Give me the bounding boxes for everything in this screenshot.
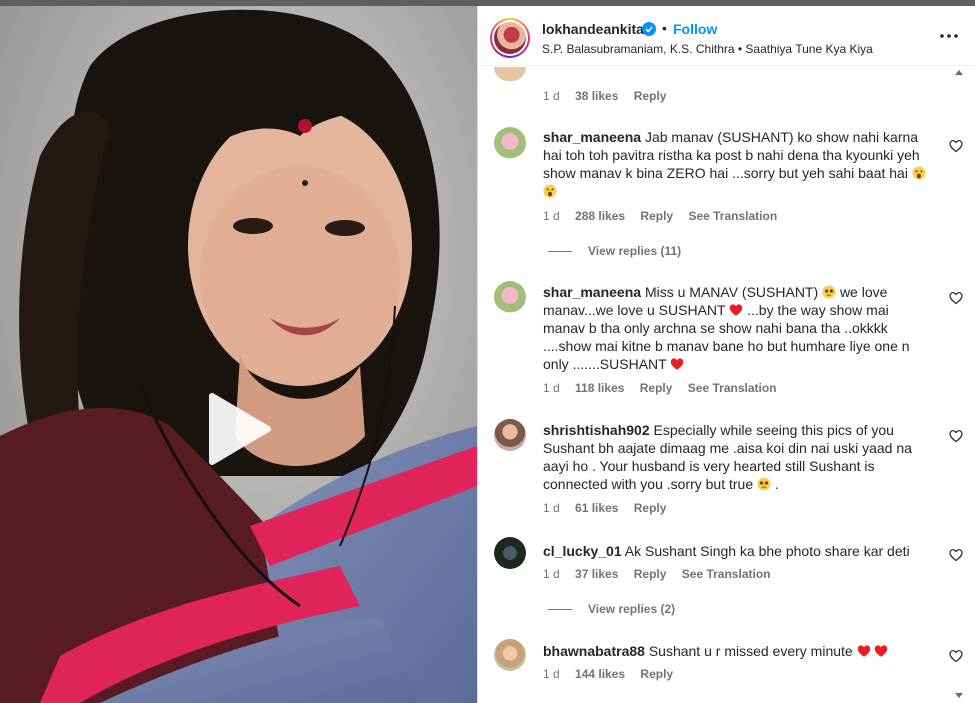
reply-button[interactable]: Reply [634,567,667,581]
comment-time: 1 d [543,501,560,515]
face-screaming-emoji [912,166,926,180]
face-screaming-emoji [543,184,557,198]
see-translation-button[interactable]: See Translation [688,209,777,223]
verified-badge-icon [642,22,656,36]
heart-outline-icon[interactable] [949,548,963,562]
comment-username[interactable]: shar_maneena [543,129,641,145]
comment-meta: 1 d 144 likes Reply [543,667,685,681]
commenter-avatar[interactable] [494,419,526,451]
author-avatar[interactable] [490,18,530,58]
comment-likes[interactable]: 61 likes [575,501,618,515]
heart-outline-icon[interactable] [949,649,963,663]
commenter-avatar[interactable] [494,127,526,159]
pleading-face-emoji [757,477,771,491]
heart-outline-icon[interactable] [949,139,963,153]
comment-list[interactable]: 1 d 38 likes Reply shar_maneena Jab mana… [478,67,975,703]
reply-button[interactable]: Reply [640,209,673,223]
commenter-avatar[interactable] [494,281,526,313]
commenter-avatar[interactable] [494,639,526,671]
comment-meta: 1 d 288 likes Reply See Translation [543,209,789,223]
comment-likes[interactable]: 37 likes [575,567,618,581]
audio-info[interactable]: S.P. Balasubramaniam, K.S. Chithra • Saa… [542,42,873,56]
reply-button[interactable]: Reply [640,381,673,395]
pleading-face-emoji [822,285,836,299]
header-separator: • [662,20,667,36]
commenter-avatar[interactable] [494,537,526,569]
comment-likes[interactable]: 118 likes [575,381,624,395]
red-heart-emoji [857,645,870,657]
post-media[interactable] [0,6,477,703]
replies-divider-line [548,609,572,611]
heart-outline-icon[interactable] [949,429,963,443]
instagram-post-viewer: lokhandeankita • Follow S.P. Balasubrama… [0,0,975,703]
comment-body-part1: Miss u MANAV (SUSHANT) [644,284,819,300]
comment-text: cl_lucky_01 Ak Sushant Singh ka bhe phot… [543,542,933,560]
comment-meta: 1 d 61 likes Reply [543,501,678,515]
reply-button[interactable]: Reply [634,501,667,515]
view-replies-button[interactable]: View replies (2) [548,602,675,616]
comment-meta: 1 d 118 likes Reply See Translation [543,381,789,395]
comment-body: Ak Sushant Singh ka bhe photo share kar … [624,543,910,559]
comment-meta: 1 d 37 likes Reply See Translation [543,567,782,581]
comment-text: shrishtishah902 Especially while seeing … [543,421,933,493]
see-translation-button[interactable]: See Translation [688,381,777,395]
video-thumbnail [0,6,477,703]
comment-likes[interactable]: 144 likes [575,667,625,681]
comment-time: 1 d [543,89,560,103]
comment-username[interactable]: shrishtishah902 [543,422,650,438]
comments-panel: lokhandeankita • Follow S.P. Balasubrama… [477,6,975,703]
view-replies-label[interactable]: View replies (2) [588,602,675,616]
post-header: lokhandeankita • Follow S.P. Balasubrama… [478,6,975,66]
reply-button[interactable]: Reply [640,667,673,681]
comment-text: bhawnabatra88 Sushant u r missed every m… [543,642,933,660]
comment-time: 1 d [543,209,560,223]
red-heart-emoji [875,645,888,657]
view-replies-button[interactable]: View replies (11) [548,244,681,258]
commenter-avatar[interactable] [494,67,526,81]
reply-button[interactable]: Reply [634,89,667,103]
view-replies-label[interactable]: View replies (11) [588,244,681,258]
comment-body-end: . [774,476,779,492]
comment-meta: 1 d 38 likes Reply [543,89,678,103]
comment-username[interactable]: shar_maneena [543,284,641,300]
comment-likes[interactable]: 288 likes [575,209,625,223]
comment-time: 1 d [543,567,560,581]
heart-outline-icon[interactable] [949,291,963,305]
red-heart-emoji [671,358,684,370]
comment-likes[interactable]: 38 likes [575,89,618,103]
author-username[interactable]: lokhandeankita [542,21,644,37]
comment-text: shar_maneena Miss u MANAV (SUSHANT) we l… [543,283,933,373]
more-options-icon[interactable] [938,28,960,44]
play-icon[interactable] [206,392,272,466]
comment-body: Sushant u r missed every minute [648,643,853,659]
comment-username[interactable]: cl_lucky_01 [543,543,622,559]
comment-time: 1 d [543,381,560,395]
comment-time: 1 d [543,667,560,681]
see-translation-button[interactable]: See Translation [682,567,771,581]
replies-divider-line [548,251,572,253]
follow-button[interactable]: Follow [673,21,717,37]
red-heart-emoji [730,304,743,316]
comment-username[interactable]: bhawnabatra88 [543,643,645,659]
comment-text: shar_maneena Jab manav (SUSHANT) ko show… [543,128,933,200]
